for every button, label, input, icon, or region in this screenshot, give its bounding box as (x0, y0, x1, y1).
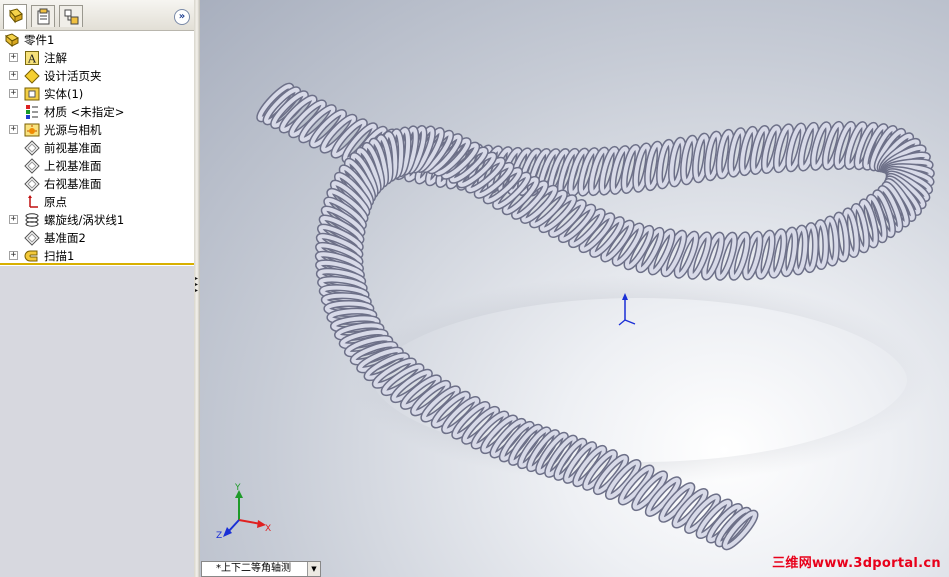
tree-item-annotations[interactable]: + A 注解 (0, 49, 195, 67)
spring-model[interactable] (200, 0, 949, 577)
panel-splitter[interactable] (0, 263, 195, 265)
tree-item-label: 前视基准面 (44, 141, 102, 155)
feature-manager-icon (9, 8, 23, 24)
tree-item-lights-cameras[interactable]: + 光源与相机 (0, 121, 195, 139)
tree-item-label: 螺旋线/涡状线1 (44, 213, 125, 227)
annotations-icon: A (25, 51, 39, 66)
expand-toggle[interactable]: + (9, 89, 18, 98)
collapse-panel-button[interactable]: » (174, 9, 190, 25)
sweep-icon (24, 250, 38, 262)
plane-icon (24, 140, 40, 156)
tab-featuremanager[interactable] (3, 4, 27, 29)
tree-item-label: 右视基准面 (44, 177, 102, 191)
tree-item-label: 光源与相机 (44, 123, 102, 137)
chevron-down-icon[interactable]: ▼ (307, 562, 320, 576)
part-icon (4, 33, 19, 48)
tree-item-top-plane[interactable]: 上视基准面 (0, 157, 195, 175)
design-binder-icon (24, 68, 40, 84)
tree-root-label: 零件1 (24, 33, 55, 47)
svg-text:A: A (27, 53, 37, 66)
tree-item-helix[interactable]: + 螺旋线/涡状线1 (0, 211, 195, 229)
helix-icon (25, 213, 39, 227)
expand-toggle[interactable]: + (9, 125, 18, 134)
expand-toggle[interactable]: + (9, 71, 18, 80)
feature-tree: 零件1 + A 注解 + 设计活页夹 + 实体(1) 材质 <未指定> + 光源… (0, 31, 195, 263)
expand-toggle[interactable]: + (9, 215, 18, 224)
tree-item-label: 原点 (44, 195, 67, 209)
material-icon (26, 105, 38, 119)
tree-item-material[interactable]: 材质 <未指定> (0, 103, 195, 121)
tab-propertymanager[interactable] (31, 5, 55, 27)
tree-item-label: 上视基准面 (44, 159, 102, 173)
solid-bodies-icon (24, 87, 40, 101)
tree-item-label: 基准面2 (44, 231, 86, 245)
expand-toggle[interactable]: + (9, 53, 18, 62)
tree-item-design-binder[interactable]: + 设计活页夹 (0, 67, 195, 85)
tree-item-label: 扫描1 (44, 249, 75, 263)
tree-item-label: 注解 (44, 51, 67, 65)
tree-item-label: 设计活页夹 (44, 69, 102, 83)
feature-manager-panel: » 零件1 + A 注解 + 设计活页夹 + 实体(1) 材质 <未指定> + … (0, 0, 195, 577)
tree-item-label: 材质 <未指定> (44, 105, 125, 119)
tree-item-solid-bodies[interactable]: + 实体(1) (0, 85, 195, 103)
tree-item-label: 实体(1) (44, 87, 84, 101)
tree-root[interactable]: 零件1 (0, 31, 195, 49)
triad-y-label: Y (234, 483, 241, 493)
graphics-viewport[interactable]: Y X Z 三维网www.3dportal.cn (200, 0, 949, 577)
tree-item-front-plane[interactable]: 前视基准面 (0, 139, 195, 157)
plane-icon (24, 176, 40, 192)
tree-item-plane2[interactable]: 基准面2 (0, 229, 195, 247)
configuration-manager-icon (64, 9, 79, 25)
view-orientation-label: *上下二等角轴测 (216, 563, 291, 574)
property-manager-icon (37, 8, 50, 25)
panel-tab-bar: » (0, 0, 195, 31)
lights-cameras-icon (24, 123, 40, 137)
origin-icon (28, 195, 38, 208)
triad-x-label: X (265, 524, 271, 534)
tree-item-origin[interactable]: 原点 (0, 193, 195, 211)
watermark: 三维网www.3dportal.cn (772, 556, 941, 571)
tab-configurationmanager[interactable] (59, 5, 83, 27)
plane-icon (24, 158, 40, 174)
expand-toggle[interactable]: + (9, 251, 18, 260)
view-orientation-triad-icon: Y X Z (216, 483, 271, 540)
lower-panel (0, 266, 195, 577)
tree-item-right-plane[interactable]: 右视基准面 (0, 175, 195, 193)
splitter-grip-icon[interactable]: ▸ ▸ ▸ (195, 276, 199, 294)
triad-z-label: Z (216, 531, 222, 540)
view-orientation-selector[interactable]: *上下二等角轴测 ▼ (201, 561, 321, 577)
plane-icon (24, 230, 40, 246)
